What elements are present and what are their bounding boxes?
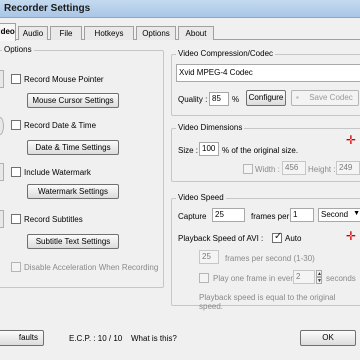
- record-subtitles-checkbox[interactable]: [11, 214, 21, 224]
- tab-label: Audio: [22, 29, 44, 38]
- date-time-settings-button[interactable]: Date & Time Settings: [27, 140, 119, 155]
- frames-per-label: frames per: [251, 212, 290, 221]
- save-codec-label: Save Codec: [309, 93, 353, 102]
- tab-strip: Video Audio File Hotkeys Options About: [0, 22, 360, 41]
- crosshair-icon[interactable]: ✛: [346, 134, 356, 146]
- width-label: Width :: [255, 165, 280, 174]
- watermark-icon: [0, 163, 4, 181]
- time-unit-dropdown[interactable]: Second ▼: [318, 208, 360, 222]
- height-input[interactable]: 249: [336, 161, 360, 175]
- tab-label: Options: [142, 29, 170, 38]
- disable-acceleration-label: Disable Acceleration When Recording: [24, 263, 159, 272]
- play-one-frame-label: Play one frame in every: [213, 274, 298, 283]
- custom-dimensions-checkbox[interactable]: [243, 164, 253, 174]
- record-mouse-pointer-checkbox[interactable]: [11, 74, 21, 84]
- ecp-label: E.C.P. : 10 / 10: [69, 334, 123, 343]
- auto-checkbox[interactable]: ✓: [272, 231, 283, 243]
- codec-group-label: Video Compression/Codec: [176, 49, 276, 58]
- tab-video[interactable]: Video: [0, 23, 16, 41]
- window-title: Recorder Settings: [4, 3, 91, 14]
- size-input[interactable]: 100: [199, 142, 219, 156]
- spin-down-icon[interactable]: ▼: [316, 277, 322, 284]
- include-watermark-checkbox[interactable]: [11, 167, 21, 177]
- tab-hotkeys[interactable]: Hotkeys: [84, 26, 134, 40]
- spin-up-icon[interactable]: ▲: [316, 270, 322, 277]
- auto-label: Auto: [285, 234, 302, 243]
- size-suffix: % of the original size.: [222, 146, 299, 155]
- seconds-label: seconds: [326, 274, 356, 283]
- subtitle-icon: [0, 210, 4, 228]
- quality-input[interactable]: 85: [209, 92, 229, 106]
- watermark-settings-button[interactable]: Watermark Settings: [27, 184, 119, 199]
- play-one-frame-checkbox[interactable]: [199, 273, 209, 283]
- capture-input[interactable]: 25: [212, 208, 245, 222]
- tab-about[interactable]: About: [178, 26, 214, 40]
- tab-label: File: [59, 29, 73, 38]
- time-unit-value: Second: [321, 210, 349, 219]
- options-group-label: Options: [2, 45, 34, 54]
- record-date-time-label: Record Date & Time: [24, 121, 97, 130]
- configure-button[interactable]: Configure: [246, 90, 286, 106]
- record-subtitles-label: Record Subtitles: [24, 215, 83, 224]
- play-interval-input[interactable]: 2: [293, 270, 315, 284]
- codec-display[interactable]: Xvid MPEG-4 Codec: [176, 64, 360, 82]
- record-date-time-checkbox[interactable]: [11, 120, 21, 130]
- cursor-preview-icon: [0, 70, 4, 88]
- tab-options[interactable]: Options: [136, 26, 176, 40]
- height-label: Height :: [308, 165, 336, 174]
- disable-acceleration-checkbox[interactable]: [11, 262, 21, 272]
- tab-file[interactable]: File: [50, 26, 82, 40]
- quality-unit: %: [232, 95, 240, 104]
- capture-label: Capture: [178, 212, 207, 221]
- fps-label: frames per second (1-30): [225, 254, 315, 263]
- title-bar: Recorder Settings: [0, 0, 360, 18]
- record-mouse-pointer-label: Record Mouse Pointer: [24, 75, 104, 84]
- quality-label: Quality :: [178, 95, 208, 104]
- speed-group-label: Video Speed: [176, 193, 226, 202]
- save-codec-button[interactable]: ▪ Save Codec: [291, 90, 359, 106]
- frames-per-input[interactable]: 1: [290, 208, 314, 222]
- tab-label: Hotkeys: [94, 29, 124, 38]
- tab-label: About: [185, 29, 207, 38]
- crosshair-icon[interactable]: ✛: [346, 230, 356, 242]
- playback-note: Playback speed is equal to the original …: [199, 293, 336, 311]
- subtitle-text-settings-button[interactable]: Subtitle Text Settings: [27, 234, 119, 249]
- ok-button[interactable]: OK: [300, 330, 356, 346]
- save-disk-icon: ▪: [296, 93, 299, 102]
- playback-speed-label: Playback Speed of AVI :: [178, 234, 264, 243]
- size-label: Size :: [178, 146, 199, 155]
- tab-audio[interactable]: Audio: [18, 26, 48, 40]
- checkmark-icon: ✓: [274, 231, 283, 242]
- dimensions-group-label: Video Dimensions: [176, 123, 245, 132]
- include-watermark-label: Include Watermark: [24, 168, 91, 177]
- defaults-button[interactable]: faults: [0, 330, 44, 346]
- what-is-this-link[interactable]: What is this?: [131, 334, 177, 343]
- chevron-down-icon: ▼: [353, 210, 360, 217]
- mouse-cursor-settings-button[interactable]: Mouse Cursor Settings: [27, 93, 119, 108]
- width-input[interactable]: 456: [282, 161, 306, 175]
- fps-input[interactable]: 25: [199, 250, 219, 264]
- tab-label: Video: [0, 27, 15, 36]
